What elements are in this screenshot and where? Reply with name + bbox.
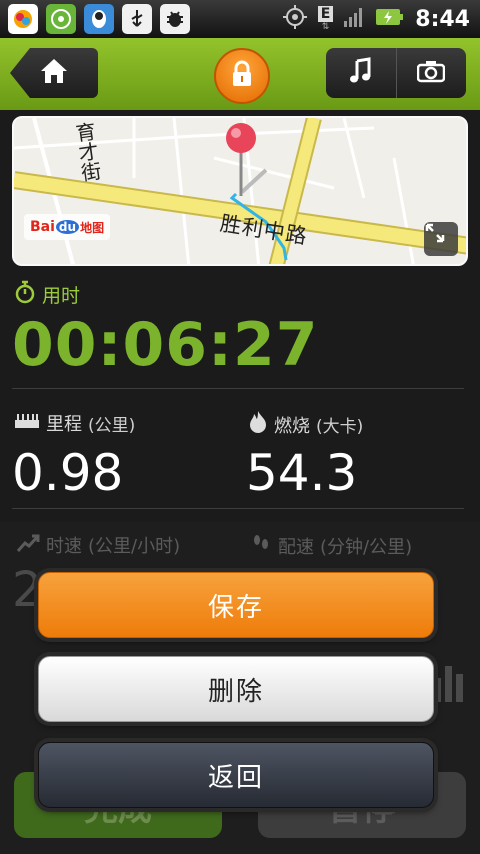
save-button[interactable]: 保存 — [38, 572, 434, 638]
distance-label: 里程 (公里) — [14, 410, 135, 436]
calories-label-text: 燃烧 — [274, 415, 310, 437]
speed-trend-icon — [16, 533, 40, 558]
time-label-text: 用时 — [42, 285, 81, 307]
debug-bug-icon — [160, 4, 190, 34]
pace-label-text: 配速 — [278, 536, 314, 558]
music-button[interactable] — [326, 48, 396, 98]
network-type-label: E — [317, 6, 334, 22]
battery-icon — [375, 6, 405, 32]
status-bar: E ⇅ 8:44 — [0, 0, 480, 38]
elapsed-time-label: 用时 — [14, 280, 80, 309]
stopwatch-icon — [14, 280, 36, 309]
speed-unit: (公里/小时) — [88, 536, 181, 557]
pace-unit: (分钟/公里) — [320, 536, 413, 558]
distance-label-text: 里程 — [46, 414, 82, 435]
usb-icon — [122, 4, 152, 34]
app-icon — [8, 4, 38, 34]
logo-map-text: 地图 — [80, 220, 105, 235]
elapsed-time-value: 00:06:27 — [12, 310, 319, 380]
calories-unit: (大卡) — [316, 417, 364, 437]
wechat-icon — [46, 4, 76, 34]
chart-bars-icon — [432, 662, 466, 706]
lock-button[interactable] — [214, 48, 270, 104]
network-e-icon: E ⇅ — [317, 6, 334, 32]
calories-value: 54.3 — [246, 444, 358, 502]
camera-icon — [417, 59, 446, 87]
delete-button[interactable]: 删除 — [38, 656, 434, 722]
status-time: 8:44 — [415, 6, 470, 32]
speed-label-text: 时速 — [46, 536, 82, 557]
distance-value: 0.98 — [12, 444, 124, 502]
camera-button[interactable] — [395, 48, 467, 98]
divider — [12, 388, 464, 389]
pace-label: 配速 (分钟/公里) — [250, 532, 412, 559]
logo-bai-text: Bai — [30, 219, 55, 235]
title-bar — [0, 38, 480, 110]
music-icon — [349, 57, 373, 89]
signal-icon — [343, 6, 365, 32]
baidu-map-logo: Bai du 地图 — [24, 214, 111, 240]
home-icon — [39, 57, 69, 89]
divider — [12, 508, 464, 509]
media-buttons — [326, 48, 466, 98]
expand-map-button[interactable] — [424, 222, 458, 256]
calories-label: 燃烧 (大卡) — [248, 410, 363, 439]
gps-icon — [282, 4, 308, 34]
footprints-icon — [250, 532, 272, 559]
distance-unit: (公里) — [88, 415, 136, 436]
ruler-icon — [14, 412, 40, 435]
speed-label: 时速 (公里/小时) — [16, 532, 180, 558]
route-map[interactable]: 育才街 胜利中路 Bai du 地图 — [12, 116, 468, 266]
lock-icon — [230, 60, 254, 92]
home-button[interactable] — [10, 48, 98, 98]
flame-icon — [248, 410, 268, 439]
back-button[interactable]: 返回 — [38, 742, 434, 808]
qq-icon — [84, 4, 114, 34]
logo-du-text: du — [55, 220, 80, 234]
